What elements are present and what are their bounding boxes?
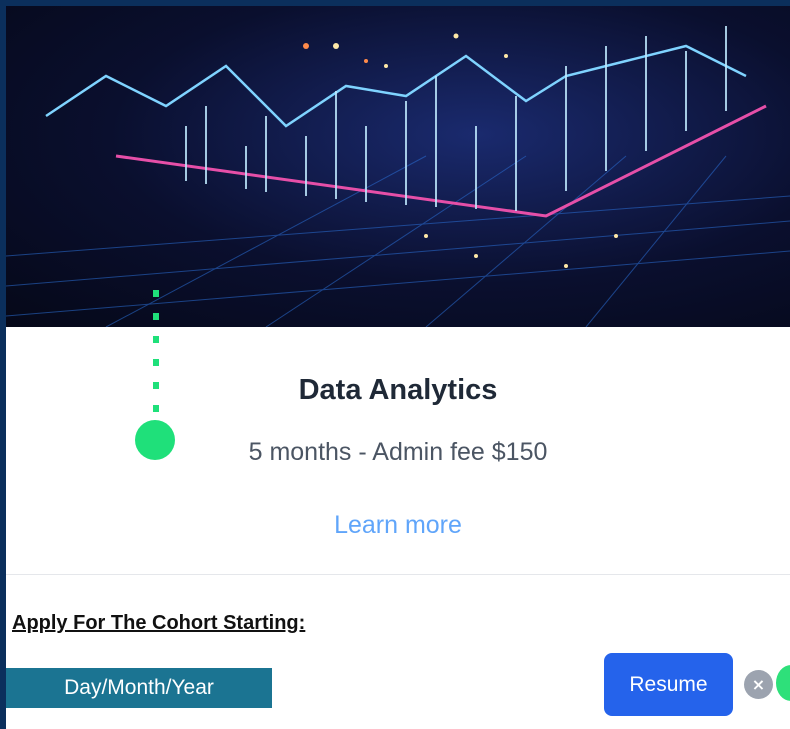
close-icon[interactable]: ×: [744, 670, 773, 699]
tour-connector-dots: [153, 290, 159, 420]
course-hero-image: [6, 6, 790, 327]
course-card: Data Analytics 5 months - Admin fee $150…: [6, 6, 790, 729]
cohort-date-field[interactable]: Day/Month/Year: [6, 668, 272, 708]
course-duration-fee: 5 months - Admin fee $150: [248, 438, 548, 466]
apply-cohort-label: Apply For The Cohort Starting:: [12, 612, 306, 634]
course-title: Data Analytics: [298, 374, 498, 406]
tour-marker-dot: [135, 420, 175, 460]
resume-button[interactable]: Resume: [604, 653, 733, 716]
learn-more-link[interactable]: Learn more: [6, 511, 790, 540]
divider: [6, 574, 790, 575]
